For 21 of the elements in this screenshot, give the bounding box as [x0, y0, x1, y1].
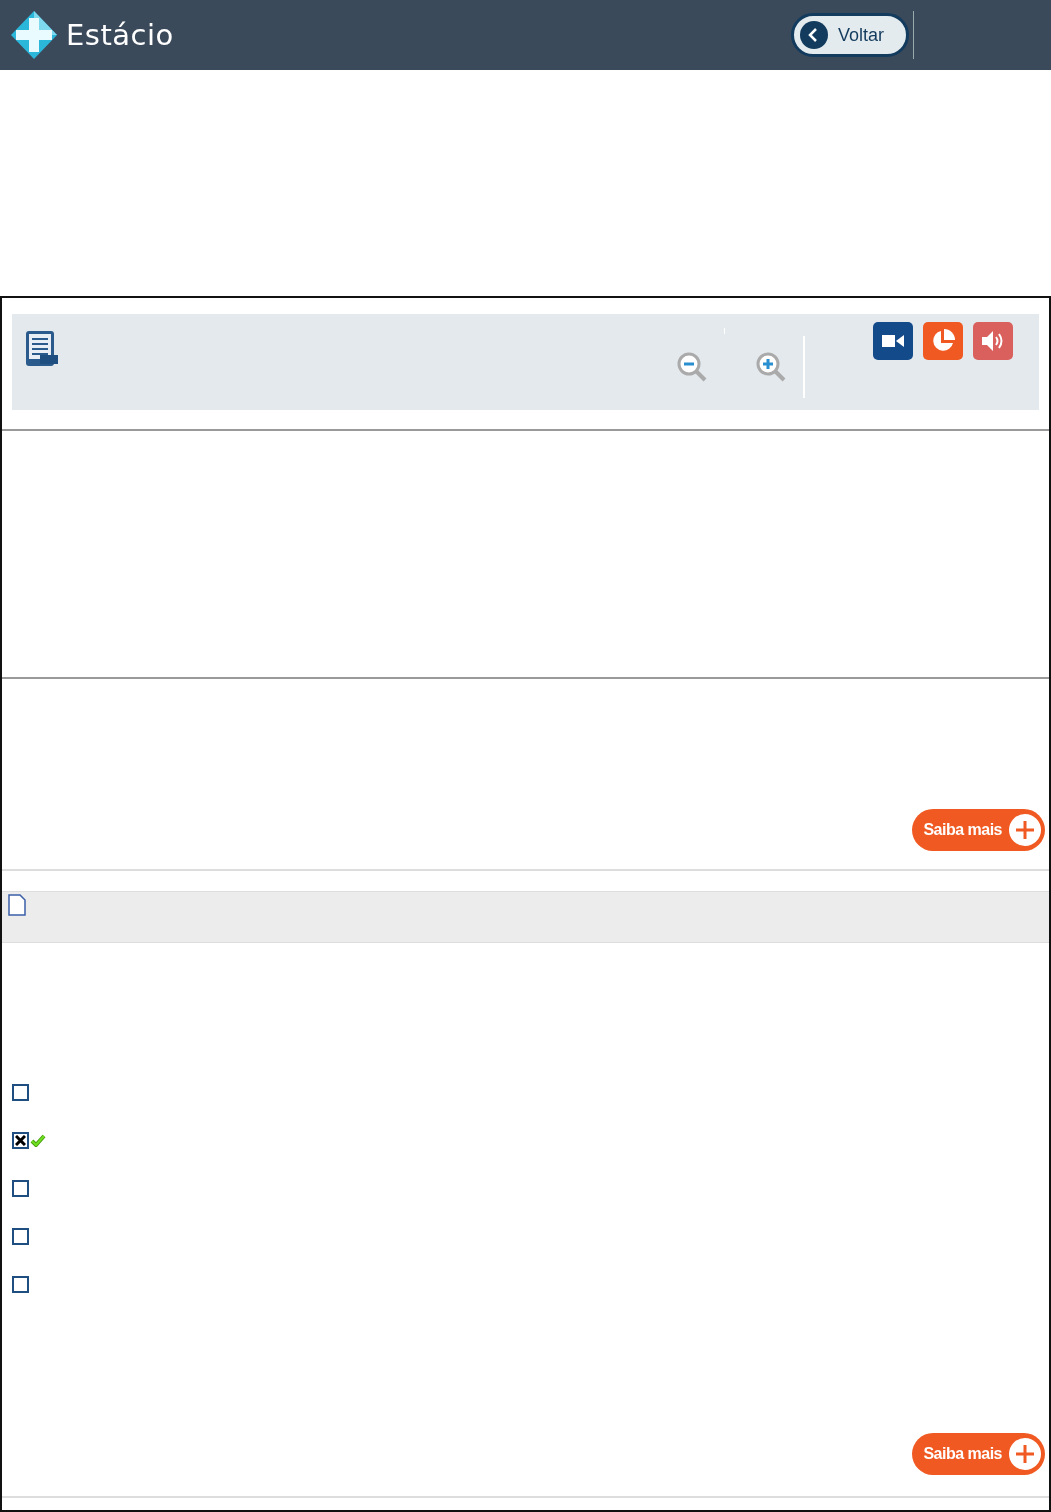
answer-checkbox[interactable]	[12, 1083, 29, 1101]
pie-chart-icon	[930, 328, 956, 354]
brand-name: Estácio	[66, 18, 174, 52]
answer-checkbox[interactable]	[12, 1275, 29, 1293]
video-camera-icon	[882, 334, 904, 348]
document-icon	[8, 894, 26, 916]
audio-button[interactable]	[973, 322, 1013, 360]
chevron-left-icon	[799, 21, 828, 49]
video-button[interactable]	[873, 322, 913, 360]
chart-button[interactable]	[923, 322, 963, 360]
plus-icon	[1008, 813, 1042, 847]
saiba-mais-button[interactable]: Saiba mais	[912, 1433, 1045, 1475]
answer-checkbox[interactable]	[12, 1227, 29, 1245]
zoom-in-icon[interactable]	[755, 351, 787, 383]
back-button[interactable]: Voltar	[790, 13, 909, 57]
logo-icon	[10, 10, 58, 60]
plus-icon	[1008, 1437, 1042, 1471]
saiba-mais-button[interactable]: Saiba mais	[912, 809, 1045, 851]
answer-checkbox[interactable]	[12, 1131, 29, 1149]
answer-checkbox[interactable]	[12, 1179, 29, 1197]
document-list-icon[interactable]	[24, 330, 60, 368]
